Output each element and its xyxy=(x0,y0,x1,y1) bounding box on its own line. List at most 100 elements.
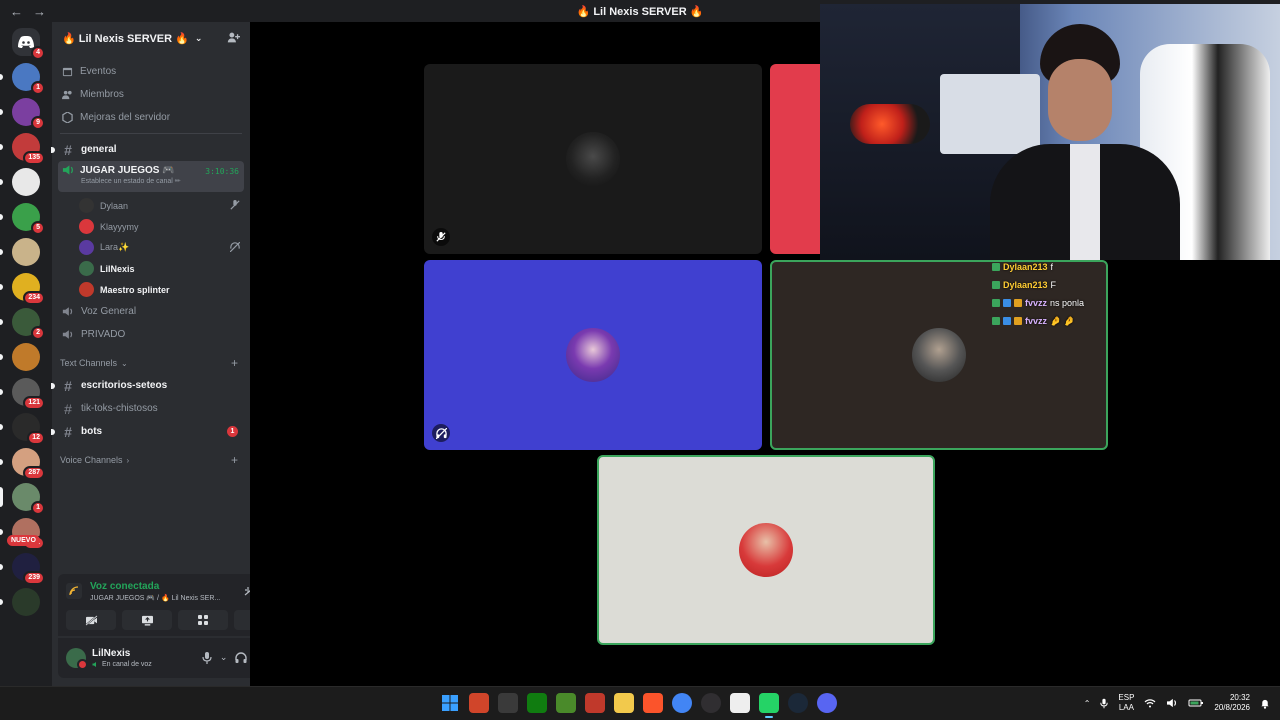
server-icon[interactable]: 239 xyxy=(0,553,45,585)
server-icon[interactable]: 121 xyxy=(0,378,45,410)
direct-messages-button[interactable]: 4 xyxy=(12,28,45,60)
voice-channel-status[interactable]: Establece un estado de canal ✏ xyxy=(81,177,240,185)
chevron-down-icon: ⌄ xyxy=(121,358,128,368)
server-header[interactable]: 🔥 Lil Nexis SERVER 🔥 ⌄ xyxy=(52,22,250,54)
chrome-icon[interactable] xyxy=(672,693,692,713)
server-icon[interactable]: 9 xyxy=(0,98,45,130)
server-icon[interactable]: 234 xyxy=(0,273,45,305)
server-icon[interactable]: 12 xyxy=(0,413,45,445)
discord-icon[interactable] xyxy=(817,693,837,713)
voice-user[interactable]: Lara✨ xyxy=(52,237,250,258)
channel-general[interactable]: # general xyxy=(51,138,244,161)
language-indicator[interactable]: ESP LAA xyxy=(1118,693,1134,713)
unread-indicator xyxy=(0,529,3,535)
add-channel-icon[interactable]: + xyxy=(231,356,238,370)
user-name[interactable]: LilNexis xyxy=(92,648,152,659)
clock[interactable]: 20:32 20/8/2026 xyxy=(1214,693,1250,713)
user-status-label: En canal de voz xyxy=(102,661,152,668)
server-icon[interactable]: 135 xyxy=(0,133,45,165)
store-icon[interactable] xyxy=(498,693,518,713)
voice-user-name: LilNexis xyxy=(100,263,135,274)
server-list: 41913552342121122871172239 xyxy=(0,22,52,686)
menu-members[interactable]: Miembros xyxy=(52,83,250,106)
minecraft-icon[interactable] xyxy=(556,693,576,713)
tile-maestro-splinter[interactable] xyxy=(597,455,935,645)
activities-button[interactable] xyxy=(178,610,228,630)
voice-connected-label[interactable]: Voz conectada xyxy=(90,581,220,592)
server-icon[interactable] xyxy=(0,238,40,266)
channel-escritorios-seteos[interactable]: # escritorios-seteos xyxy=(51,374,244,397)
microphone-icon[interactable] xyxy=(202,651,212,664)
unread-indicator xyxy=(0,319,3,325)
chevron-down-icon[interactable]: ⌄ xyxy=(220,652,228,663)
avatar xyxy=(79,282,94,297)
volume-icon[interactable] xyxy=(1166,698,1178,708)
server-icon[interactable]: 1 xyxy=(0,63,45,95)
mention-badge: 1 xyxy=(31,81,45,95)
chat-text: f xyxy=(1050,262,1054,272)
microphone-icon[interactable] xyxy=(1100,698,1109,709)
headphones-icon[interactable] xyxy=(235,651,248,664)
among-us-icon[interactable] xyxy=(585,693,605,713)
menu-boosts-label: Mejoras del servidor xyxy=(80,112,171,123)
channel-tik-toks-chistosos[interactable]: # tik-toks-chistosos xyxy=(58,397,244,420)
add-channel-icon[interactable]: + xyxy=(231,453,238,467)
chat-badge-icon xyxy=(992,263,1000,271)
chevron-down-icon[interactable]: ⌄ xyxy=(195,33,203,44)
widgets-icon[interactable] xyxy=(469,693,489,713)
server-icon[interactable] xyxy=(0,168,40,196)
voice-channel-privado[interactable]: PRIVADO xyxy=(58,323,244,346)
steam-icon[interactable] xyxy=(788,693,808,713)
xbox-icon[interactable] xyxy=(527,693,547,713)
tile-dylaan[interactable] xyxy=(424,64,762,254)
notification-bell-icon[interactable] xyxy=(1260,698,1270,709)
selected-indicator xyxy=(0,487,3,507)
unread-indicator xyxy=(51,147,55,153)
screen-share-button[interactable] xyxy=(122,610,172,630)
voice-user[interactable]: Klayyymy xyxy=(52,216,250,237)
voice-channel-general[interactable]: Voz General xyxy=(58,300,244,323)
server-icon[interactable]: 287 xyxy=(0,448,45,480)
whatsapp-icon[interactable] xyxy=(759,693,779,718)
clock-date: 20/8/2026 xyxy=(1214,703,1250,712)
server-icon[interactable]: 1 xyxy=(0,483,45,515)
category-voice-channels[interactable]: Voice Channels › + xyxy=(52,449,250,471)
channel-sidebar: 🔥 Lil Nexis SERVER 🔥 ⌄ Eventos Miembros … xyxy=(51,22,292,686)
brave-icon[interactable] xyxy=(643,693,663,713)
avatar[interactable] xyxy=(66,648,88,670)
channel-bots[interactable]: # bots 1 xyxy=(51,420,244,443)
invite-people-icon[interactable] xyxy=(227,31,240,44)
category-text-channels[interactable]: Text Channels ⌄ + xyxy=(52,352,250,374)
calendar-icon xyxy=(62,67,73,77)
wifi-icon[interactable] xyxy=(1144,698,1156,708)
voice-user-name: Maestro splinter xyxy=(100,284,170,295)
voice-user[interactable]: Dylaan xyxy=(52,195,250,216)
channel-label: tik-toks-chistosos xyxy=(81,403,158,414)
unread-indicator xyxy=(0,214,3,220)
server-icon[interactable] xyxy=(0,588,40,616)
signal-icon[interactable] xyxy=(66,583,82,599)
server-icon[interactable] xyxy=(0,343,40,371)
capcut-icon[interactable] xyxy=(730,693,750,713)
chat-text: ns ponla xyxy=(1050,298,1085,308)
menu-boosts[interactable]: Mejoras del servidor xyxy=(52,106,250,129)
tile-lara[interactable] xyxy=(424,260,762,450)
menu-events[interactable]: Eventos xyxy=(52,60,250,83)
chat-username: Dylaan213 xyxy=(1003,262,1048,272)
camera-off-button[interactable] xyxy=(66,610,116,630)
file-explorer-icon[interactable] xyxy=(614,693,634,713)
voice-user[interactable]: Maestro splinter xyxy=(52,279,250,300)
mention-badge: 135 xyxy=(23,151,45,165)
deafened-icon xyxy=(230,242,240,252)
voice-channel-jugar-juegos[interactable]: JUGAR JUEGOS 🎮 Establece un estado de ca… xyxy=(58,161,244,192)
battery-icon[interactable] xyxy=(1188,698,1204,708)
windows-start-icon[interactable] xyxy=(440,693,460,713)
obs-icon[interactable] xyxy=(701,693,721,713)
unread-indicator xyxy=(51,429,55,435)
voice-connected-channel[interactable]: JUGAR JUEGOS 🎮 / 🔥 Lil Nexis SER... xyxy=(90,594,220,602)
voice-user[interactable]: LilNexis xyxy=(52,258,250,279)
server-icon[interactable]: 5 xyxy=(0,203,45,235)
chevron-up-icon[interactable]: ⌃ xyxy=(1084,699,1091,708)
new-servers-badge[interactable]: NUEVO xyxy=(7,535,40,546)
server-icon[interactable]: 2 xyxy=(0,308,45,340)
